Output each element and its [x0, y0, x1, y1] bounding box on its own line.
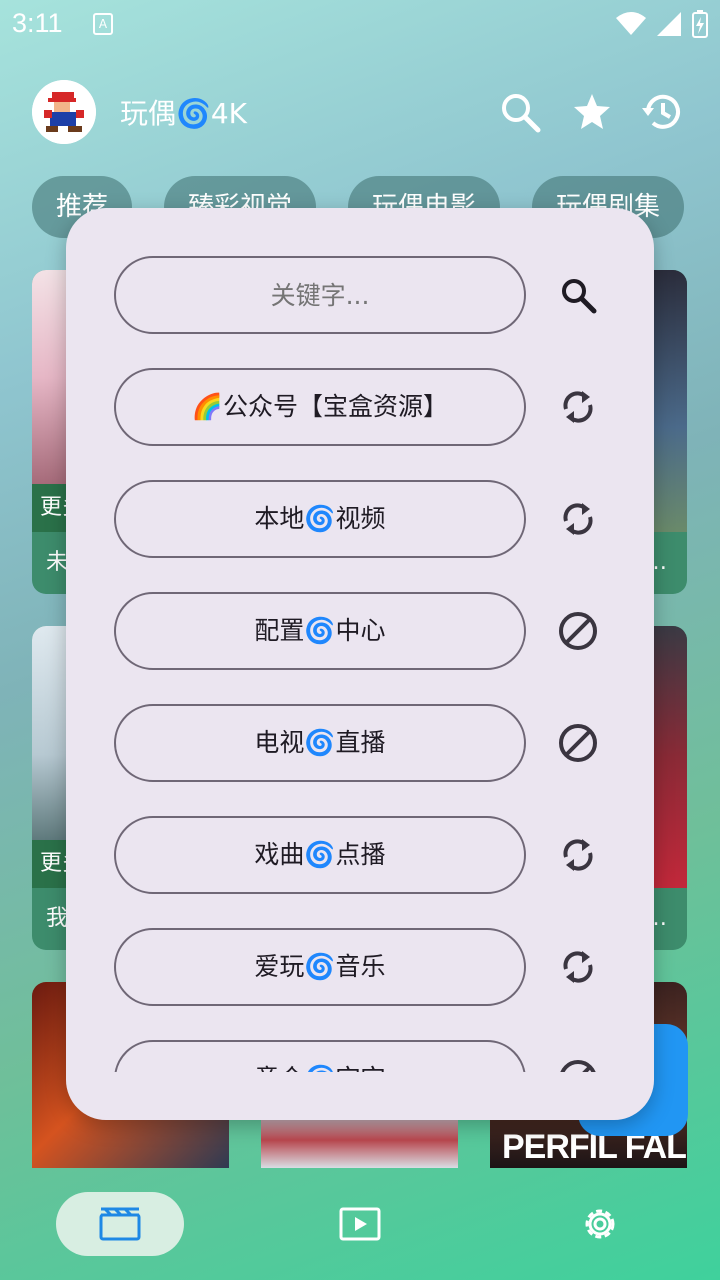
refresh-icon[interactable] — [558, 947, 598, 987]
keyword-search-input[interactable] — [114, 256, 526, 334]
nav-settings[interactable] — [578, 1192, 622, 1256]
history-icon[interactable] — [640, 90, 684, 134]
battery-icon — [692, 10, 708, 38]
source-button[interactable]: 戏曲🌀点播 — [114, 816, 526, 894]
search-row — [114, 256, 638, 336]
source-button[interactable]: 配置🌀中心 — [114, 592, 526, 670]
source-row: 爱玩🌀音乐 — [114, 928, 638, 1008]
source-button[interactable]: 童介🌀空空 — [114, 1040, 526, 1072]
notification-icon: A — [93, 13, 113, 35]
source-selector-dialog: 🌈公众号【宝盒资源】 本地🌀视频 配置🌀中心 — [66, 208, 654, 1120]
block-icon[interactable] — [558, 723, 598, 763]
wifi-icon — [616, 12, 646, 35]
source-row: 🌈公众号【宝盒资源】 — [114, 368, 638, 448]
search-icon[interactable] — [558, 275, 598, 315]
source-row: 配置🌀中心 — [114, 592, 638, 672]
bottom-navigation — [0, 1168, 720, 1280]
search-icon[interactable] — [498, 90, 542, 134]
app-header: 玩偶🌀4K — [32, 80, 692, 144]
play-icon — [339, 1207, 381, 1241]
movie-icon — [99, 1207, 141, 1241]
status-bar: 3:11 A — [0, 0, 720, 50]
block-icon[interactable] — [558, 611, 598, 651]
source-row: 本地🌀视频 — [114, 480, 638, 560]
settings-icon — [585, 1209, 615, 1239]
nav-player[interactable] — [338, 1192, 382, 1256]
nav-movies[interactable] — [56, 1192, 184, 1256]
source-row: 电视🌀直播 — [114, 704, 638, 784]
source-button[interactable]: 本地🌀视频 — [114, 480, 526, 558]
status-time: 3:11 — [12, 8, 63, 38]
block-icon[interactable] — [558, 1059, 598, 1072]
source-button[interactable]: 🌈公众号【宝盒资源】 — [114, 368, 526, 446]
star-icon[interactable] — [570, 90, 614, 134]
signal-icon — [657, 12, 681, 36]
source-list[interactable]: 🌈公众号【宝盒资源】 本地🌀视频 配置🌀中心 — [66, 208, 654, 1072]
refresh-icon[interactable] — [558, 387, 598, 427]
app-title: 玩偶🌀4K — [120, 97, 248, 130]
source-row: 童介🌀空空 — [114, 1040, 638, 1072]
refresh-icon[interactable] — [558, 835, 598, 875]
source-button[interactable]: 电视🌀直播 — [114, 704, 526, 782]
mario-avatar-icon[interactable] — [32, 80, 96, 144]
system-icons — [616, 10, 708, 38]
source-button[interactable]: 爱玩🌀音乐 — [114, 928, 526, 1006]
source-row: 戏曲🌀点播 — [114, 816, 638, 896]
refresh-icon[interactable] — [558, 499, 598, 539]
